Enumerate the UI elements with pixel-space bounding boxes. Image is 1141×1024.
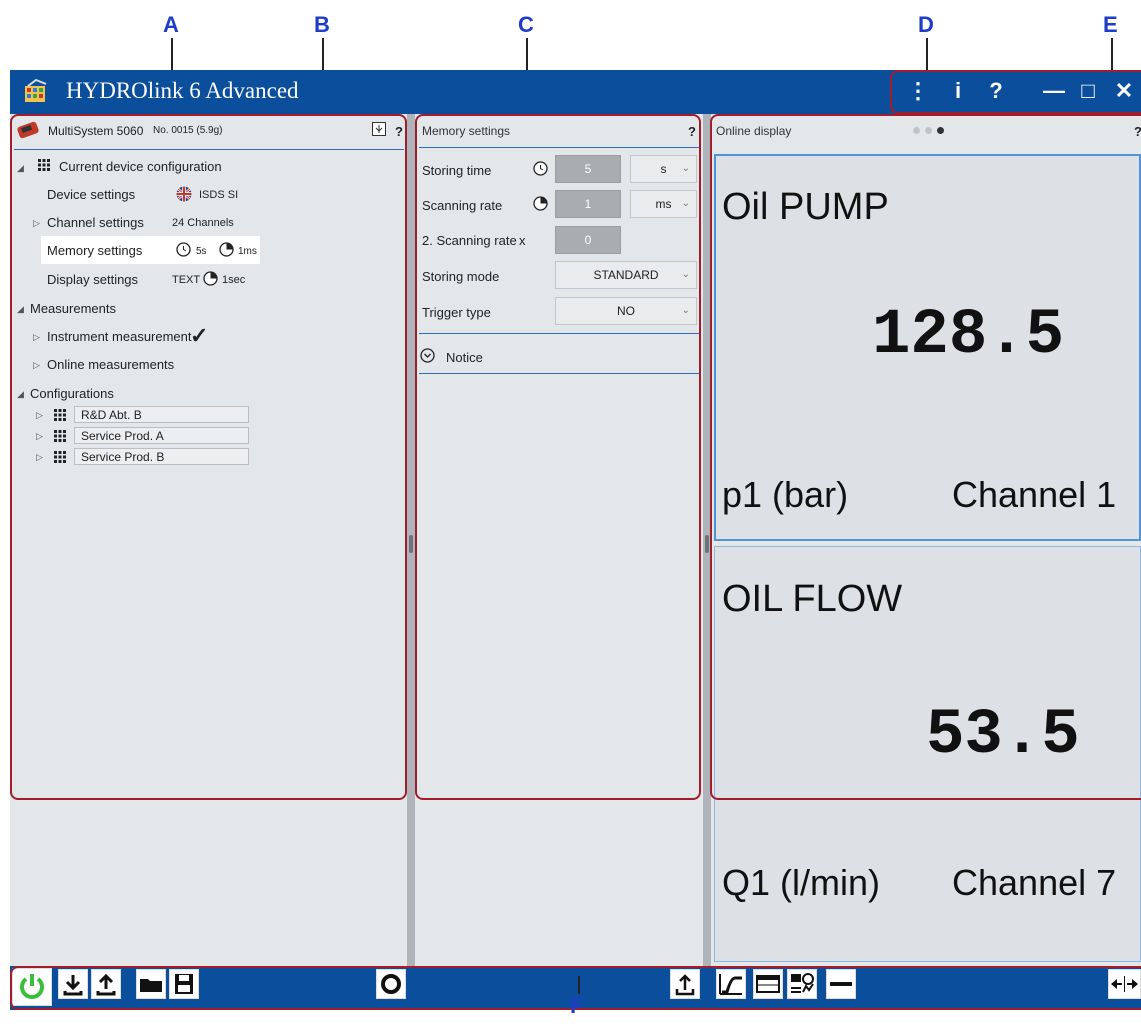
highlight-frame-d: [710, 114, 1141, 800]
app-title: HYDROlink 6 Advanced: [66, 78, 299, 103]
leader-e: [1111, 38, 1113, 74]
right-splitter-grip-icon[interactable]: [705, 535, 709, 553]
highlight-frame-a: [10, 114, 407, 800]
tile2-unit: Q1 (l/min): [722, 862, 881, 903]
leader-f: [578, 976, 580, 994]
app-logo-icon: [25, 78, 47, 102]
callout-f: F: [570, 993, 584, 1018]
callout-e: E: [1103, 12, 1118, 37]
highlight-frame-e: [890, 70, 1141, 114]
callout-c: C: [518, 12, 534, 37]
left-splitter-grip-icon[interactable]: [409, 535, 413, 553]
callout-d: D: [918, 12, 934, 37]
callout-b: B: [314, 12, 330, 37]
tile2-channel: Channel 7: [952, 862, 1117, 903]
highlight-frame-c: [415, 114, 701, 800]
callout-a: A: [163, 12, 179, 37]
